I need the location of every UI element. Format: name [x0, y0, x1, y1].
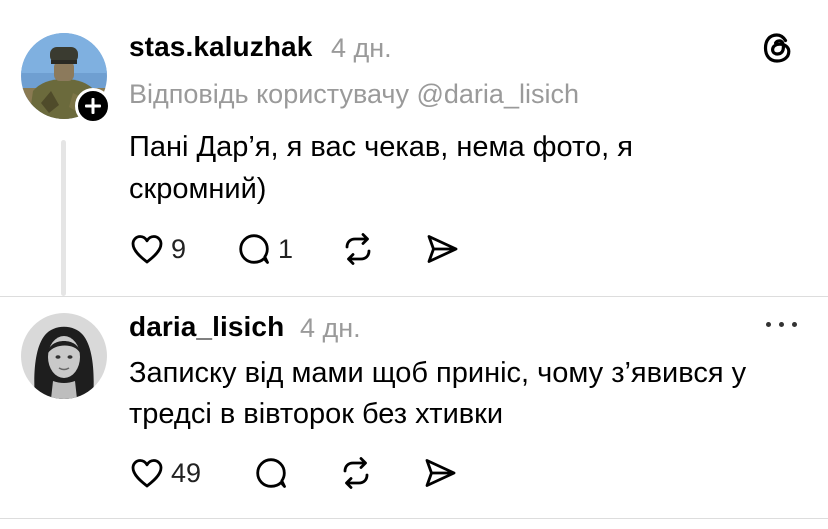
post-text-line-2: тредсі в вівторок без хтивки — [129, 398, 504, 430]
username-daria[interactable]: daria_lisich — [129, 311, 284, 343]
like-button[interactable]: 9 — [129, 231, 186, 267]
reply-count: 1 — [278, 233, 294, 264]
reply-button[interactable] — [253, 455, 289, 491]
share-button[interactable] — [422, 455, 458, 491]
threads-logo-icon[interactable] — [760, 30, 796, 66]
repost-button[interactable] — [340, 231, 376, 267]
thread-connector-line — [61, 140, 66, 296]
post-time: 4 дн. — [300, 313, 361, 343]
post-divider — [0, 518, 828, 519]
post-divider — [0, 296, 828, 297]
repost-icon — [343, 457, 369, 489]
comment-icon — [239, 234, 269, 264]
follow-plus-icon[interactable] — [75, 88, 111, 124]
reply-to-label[interactable]: Відповідь користувачу @daria_lisich — [129, 79, 579, 110]
like-button[interactable]: 49 — [129, 455, 201, 491]
post-text-line-1: Пані Дар’я, я вас чекав, нема фото, я — [129, 131, 633, 163]
post-time: 4 дн. — [331, 33, 392, 63]
share-button[interactable] — [424, 231, 460, 267]
send-icon — [425, 459, 456, 487]
avatar-daria[interactable] — [21, 313, 107, 399]
username-stas[interactable]: stas.kaluzhak — [129, 31, 312, 63]
like-count: 49 — [171, 457, 202, 488]
post-text-line-1: Записку від мами щоб приніс, чому з’явив… — [129, 357, 747, 389]
send-icon — [427, 235, 458, 263]
like-count: 9 — [171, 233, 187, 264]
repost-icon — [345, 233, 371, 265]
repost-button[interactable] — [338, 455, 374, 491]
post-text-line-2: скромний) — [129, 173, 267, 205]
heart-icon — [131, 459, 163, 488]
heart-icon — [131, 235, 163, 264]
reply-button[interactable]: 1 — [236, 231, 293, 267]
more-options-icon[interactable] — [764, 318, 800, 332]
comment-icon — [256, 458, 286, 488]
